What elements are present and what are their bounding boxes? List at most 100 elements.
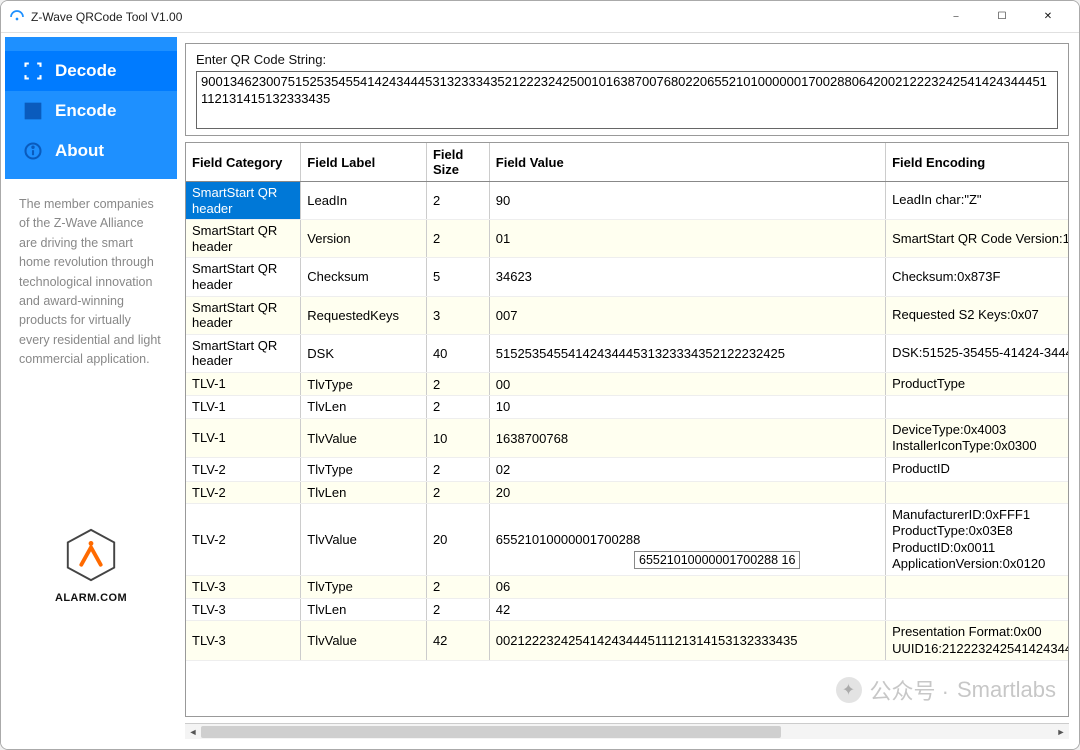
cell-label[interactable]: TlvType <box>301 458 427 481</box>
cell-label[interactable]: LeadIn <box>301 182 427 220</box>
cell-value[interactable]: 0021222324254142434445111213141531323334… <box>489 621 885 661</box>
cell-label[interactable]: TlvLen <box>301 481 427 504</box>
cell-encoding[interactable]: LeadIn char:"Z" <box>886 182 1069 220</box>
cell-encoding[interactable]: Presentation Format:0x00UUID16:212223242… <box>886 621 1069 661</box>
cell-category[interactable]: TLV-2 <box>186 504 301 576</box>
cell-category[interactable]: TLV-2 <box>186 481 301 504</box>
maximize-button[interactable]: ☐ <box>979 1 1025 32</box>
header-size[interactable]: Field Size <box>426 143 489 182</box>
cell-value[interactable]: 34623 <box>489 258 885 296</box>
sidebar-item-encode[interactable]: Encode <box>5 91 177 131</box>
table-row[interactable]: TLV-1TlvType200ProductType <box>186 372 1069 395</box>
cell-label[interactable]: TlvValue <box>301 504 427 576</box>
cell-category[interactable]: SmartStart QR header <box>186 220 301 258</box>
cell-size[interactable]: 2 <box>426 576 489 599</box>
scroll-left-arrow[interactable]: ◄ <box>185 724 201 740</box>
cell-label[interactable]: Checksum <box>301 258 427 296</box>
cell-category[interactable]: TLV-3 <box>186 576 301 599</box>
cell-size[interactable]: 2 <box>426 481 489 504</box>
cell-category[interactable]: TLV-1 <box>186 396 301 419</box>
table-row[interactable]: TLV-2TlvType202ProductID <box>186 458 1069 481</box>
table-row[interactable]: TLV-3TlvType206 <box>186 576 1069 599</box>
cell-encoding[interactable]: ProductID <box>886 458 1069 481</box>
sidebar-item-decode[interactable]: Decode <box>5 51 177 91</box>
cell-category[interactable]: SmartStart QR header <box>186 334 301 372</box>
cell-category[interactable]: SmartStart QR header <box>186 258 301 296</box>
qr-input[interactable] <box>196 71 1058 129</box>
cell-category[interactable]: TLV-3 <box>186 621 301 661</box>
close-button[interactable]: ✕ <box>1025 1 1071 32</box>
cell-label[interactable]: TlvType <box>301 576 427 599</box>
cell-label[interactable]: TlvValue <box>301 621 427 661</box>
cell-size[interactable]: 2 <box>426 372 489 395</box>
cell-encoding[interactable] <box>886 598 1069 621</box>
header-category[interactable]: Field Category <box>186 143 301 182</box>
cell-encoding[interactable]: DSK:51525-35455-41424-34445-31323-33435-… <box>886 334 1069 372</box>
cell-encoding[interactable]: Requested S2 Keys:0x07 <box>886 296 1069 334</box>
cell-encoding[interactable] <box>886 396 1069 419</box>
cell-value[interactable]: 02 <box>489 458 885 481</box>
cell-category[interactable]: TLV-2 <box>186 458 301 481</box>
cell-value[interactable]: 007 <box>489 296 885 334</box>
cell-category[interactable]: SmartStart QR header <box>186 182 301 220</box>
cell-size[interactable]: 3 <box>426 296 489 334</box>
cell-value[interactable]: 1638700768 <box>489 418 885 458</box>
table-row[interactable]: TLV-1TlvLen210 <box>186 396 1069 419</box>
cell-category[interactable]: TLV-1 <box>186 418 301 458</box>
cell-category[interactable]: SmartStart QR header <box>186 296 301 334</box>
cell-encoding[interactable]: ManufacturerID:0xFFF1ProductType:0x03E8P… <box>886 504 1069 576</box>
cell-size[interactable]: 2 <box>426 396 489 419</box>
header-label[interactable]: Field Label <box>301 143 427 182</box>
table-row[interactable]: TLV-3TlvLen242 <box>186 598 1069 621</box>
cell-size[interactable]: 5 <box>426 258 489 296</box>
table-row[interactable]: SmartStart QR headerLeadIn290LeadIn char… <box>186 182 1069 220</box>
cell-label[interactable]: DSK <box>301 334 427 372</box>
decode-table-wrap[interactable]: Field Category Field Label Field Size Fi… <box>185 142 1069 717</box>
cell-encoding[interactable]: ProductType <box>886 372 1069 395</box>
cell-size[interactable]: 2 <box>426 598 489 621</box>
cell-encoding[interactable]: DeviceType:0x4003InstallerIconType:0x030… <box>886 418 1069 458</box>
cell-label[interactable]: TlvType <box>301 372 427 395</box>
header-value[interactable]: Field Value <box>489 143 885 182</box>
cell-value[interactable]: 00 <box>489 372 885 395</box>
table-row[interactable]: SmartStart QR headerVersion201SmartStart… <box>186 220 1069 258</box>
cell-value[interactable]: 06 <box>489 576 885 599</box>
table-row[interactable]: TLV-2TlvValue2065521010000001700288Manuf… <box>186 504 1069 576</box>
cell-value[interactable]: 20 <box>489 481 885 504</box>
sidebar-item-about[interactable]: About <box>5 131 177 171</box>
scroll-thumb[interactable] <box>201 726 781 738</box>
cell-value[interactable]: 5152535455414243444531323334352122232425 <box>489 334 885 372</box>
cell-category[interactable]: TLV-3 <box>186 598 301 621</box>
horizontal-scrollbar[interactable]: ◄ ► <box>185 723 1069 739</box>
cell-value[interactable]: 10 <box>489 396 885 419</box>
minimize-button[interactable]: ‒ <box>933 1 979 32</box>
table-row[interactable]: TLV-3TlvValue420021222324254142434445111… <box>186 621 1069 661</box>
table-row[interactable]: SmartStart QR headerRequestedKeys3007Req… <box>186 296 1069 334</box>
cell-label[interactable]: TlvValue <box>301 418 427 458</box>
cell-size[interactable]: 2 <box>426 220 489 258</box>
cell-size[interactable]: 2 <box>426 182 489 220</box>
cell-encoding[interactable] <box>886 576 1069 599</box>
cell-value[interactable]: 01 <box>489 220 885 258</box>
cell-label[interactable]: TlvLen <box>301 598 427 621</box>
cell-value[interactable]: 42 <box>489 598 885 621</box>
cell-encoding[interactable]: SmartStart QR Code Version:1 <box>886 220 1069 258</box>
table-row[interactable]: TLV-2TlvLen220 <box>186 481 1069 504</box>
cell-label[interactable]: RequestedKeys <box>301 296 427 334</box>
cell-label[interactable]: TlvLen <box>301 396 427 419</box>
cell-category[interactable]: TLV-1 <box>186 372 301 395</box>
cell-size[interactable]: 10 <box>426 418 489 458</box>
table-row[interactable]: SmartStart QR headerChecksum534623Checks… <box>186 258 1069 296</box>
cell-size[interactable]: 20 <box>426 504 489 576</box>
cell-size[interactable]: 42 <box>426 621 489 661</box>
table-row[interactable]: SmartStart QR headerDSK40515253545541424… <box>186 334 1069 372</box>
cell-encoding[interactable]: Checksum:0x873F <box>886 258 1069 296</box>
table-row[interactable]: TLV-1TlvValue101638700768DeviceType:0x40… <box>186 418 1069 458</box>
scroll-right-arrow[interactable]: ► <box>1053 724 1069 740</box>
header-encoding[interactable]: Field Encoding <box>886 143 1069 182</box>
cell-size[interactable]: 40 <box>426 334 489 372</box>
cell-label[interactable]: Version <box>301 220 427 258</box>
cell-value[interactable]: 90 <box>489 182 885 220</box>
cell-encoding[interactable] <box>886 481 1069 504</box>
cell-size[interactable]: 2 <box>426 458 489 481</box>
